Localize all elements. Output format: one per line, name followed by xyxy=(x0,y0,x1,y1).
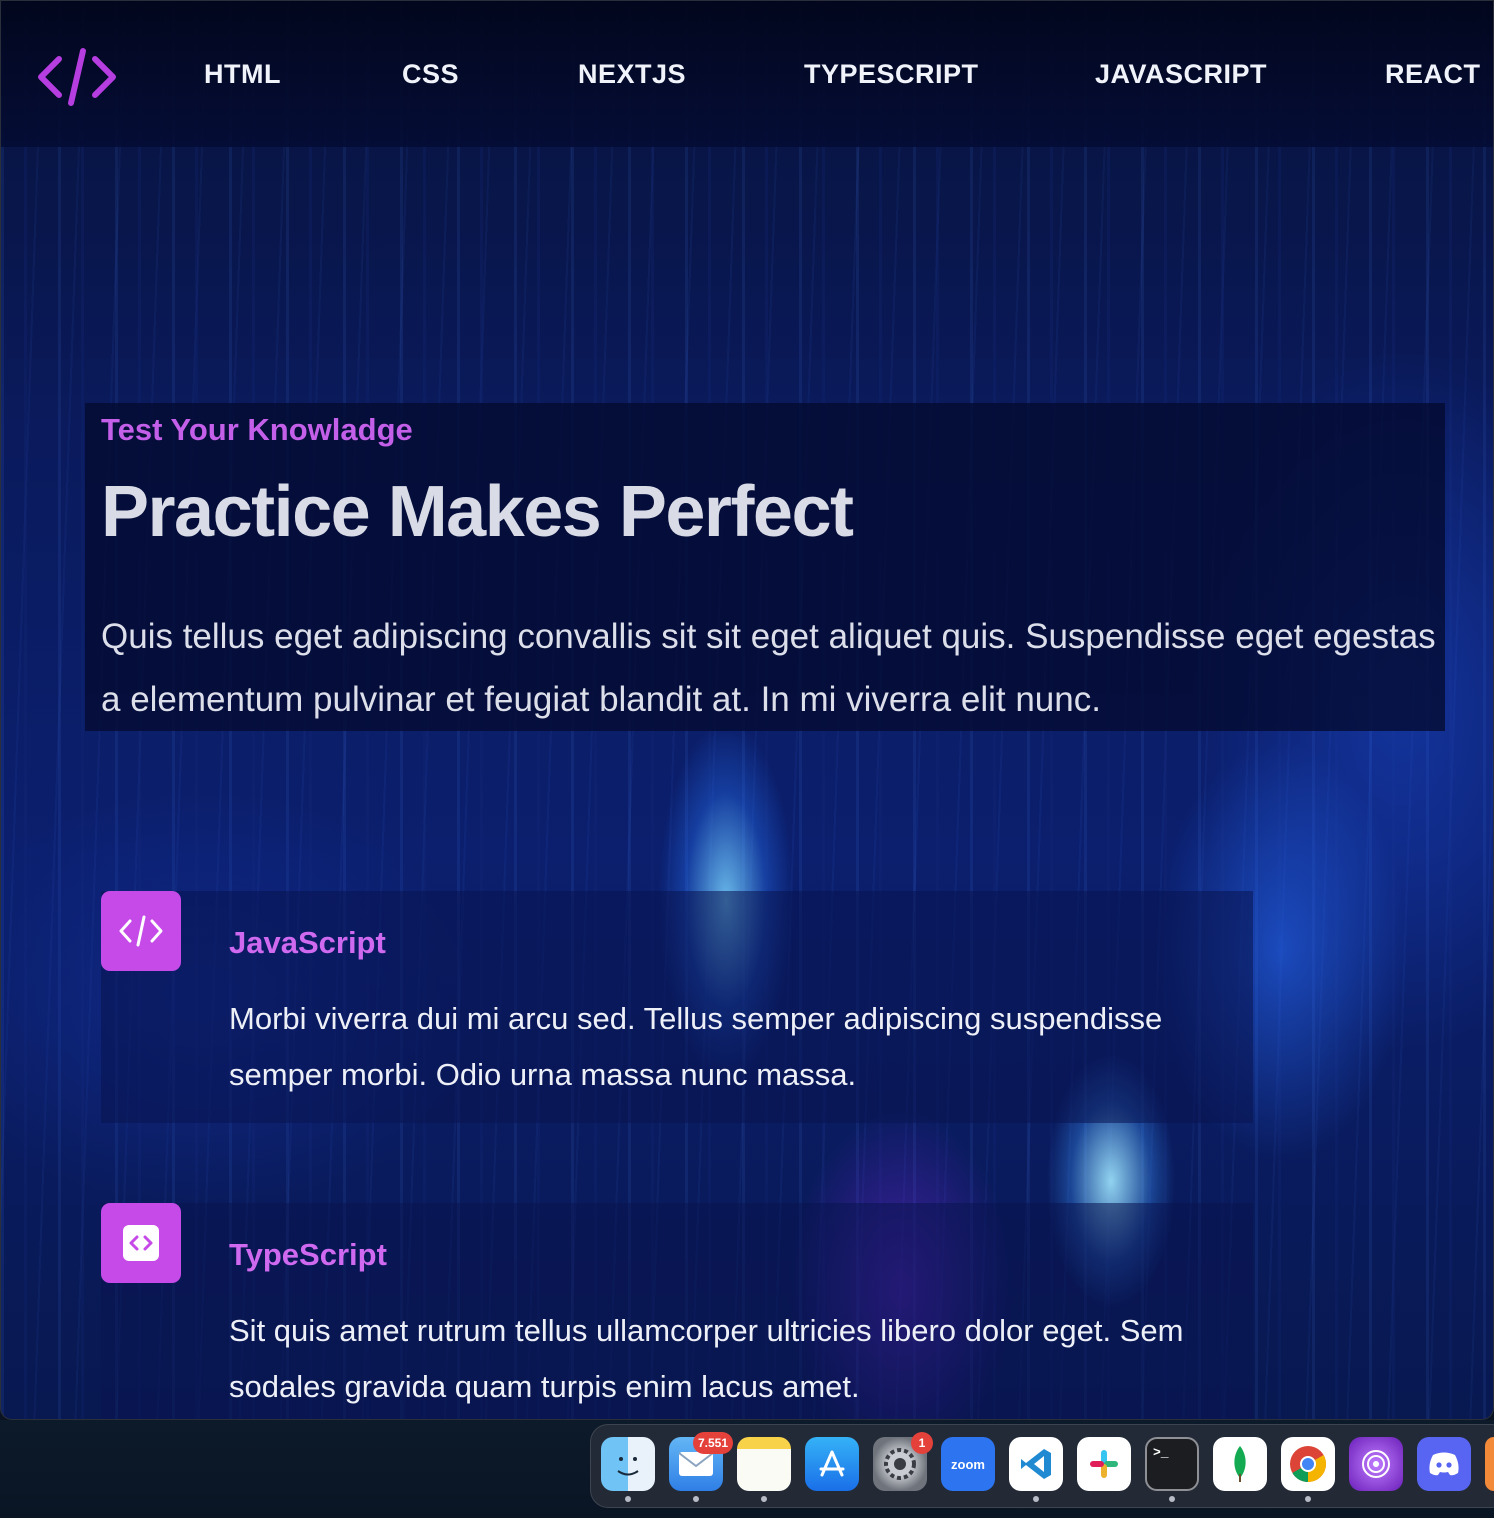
running-indicator xyxy=(1033,1496,1039,1502)
hero-title: Practice Makes Perfect xyxy=(101,472,854,552)
browser-window: HTML CSS NEXTJS TYPESCRIPT JAVASCRIPT RE… xyxy=(0,0,1494,1420)
running-indicator xyxy=(1305,1496,1311,1502)
terminal-icon[interactable]: >_ xyxy=(1145,1437,1199,1491)
running-indicator xyxy=(1169,1496,1175,1502)
navbar: HTML CSS NEXTJS TYPESCRIPT JAVASCRIPT RE… xyxy=(1,1,1493,147)
nav-item-html[interactable]: HTML xyxy=(204,59,281,90)
zoom-icon[interactable]: zoom xyxy=(941,1437,995,1491)
code-logo-icon[interactable] xyxy=(37,45,117,109)
code-slash-icon xyxy=(101,891,181,971)
nav-item-css[interactable]: CSS xyxy=(402,59,459,90)
partial-app-icon[interactable] xyxy=(1485,1437,1494,1491)
feature-title: TypeScript xyxy=(229,1237,387,1272)
nav-item-javascript[interactable]: JAVASCRIPT xyxy=(1095,59,1267,90)
running-indicator xyxy=(761,1496,767,1502)
chrome-icon[interactable] xyxy=(1281,1437,1335,1491)
slack-icon[interactable] xyxy=(1077,1437,1131,1491)
feature-card-typescript: TypeScript Sit quis amet rutrum tellus u… xyxy=(101,1203,1253,1419)
nav-item-react[interactable]: REACT xyxy=(1385,59,1481,90)
feature-card-javascript: JavaScript Morbi viverra dui mi arcu sed… xyxy=(101,891,1253,1123)
feature-text: Sit quis amet rutrum tellus ullamcorper … xyxy=(229,1313,1184,1404)
mongodb-icon[interactable] xyxy=(1213,1437,1267,1491)
vscode-icon[interactable] xyxy=(1009,1437,1063,1491)
discord-icon[interactable] xyxy=(1417,1437,1471,1491)
notes-icon[interactable] xyxy=(737,1437,791,1491)
nav-item-typescript[interactable]: TYPESCRIPT xyxy=(804,59,979,90)
feature-title: JavaScript xyxy=(229,925,386,960)
mail-badge: 7.551 xyxy=(693,1432,734,1454)
nav-item-nextjs[interactable]: NEXTJS xyxy=(578,59,686,90)
running-indicator xyxy=(625,1496,631,1502)
code-brackets-icon xyxy=(101,1203,181,1283)
hero-description: Quis tellus eget adipiscing convallis si… xyxy=(101,617,1436,719)
hero-eyebrow: Test Your Knowladge xyxy=(101,412,413,447)
settings-badge: 1 xyxy=(911,1432,933,1454)
running-indicator xyxy=(693,1496,699,1502)
tor-browser-icon[interactable] xyxy=(1349,1437,1403,1491)
app-store-icon[interactable] xyxy=(805,1437,859,1491)
feature-text: Morbi viverra dui mi arcu sed. Tellus se… xyxy=(229,1001,1163,1092)
finder-icon[interactable] xyxy=(601,1437,655,1491)
